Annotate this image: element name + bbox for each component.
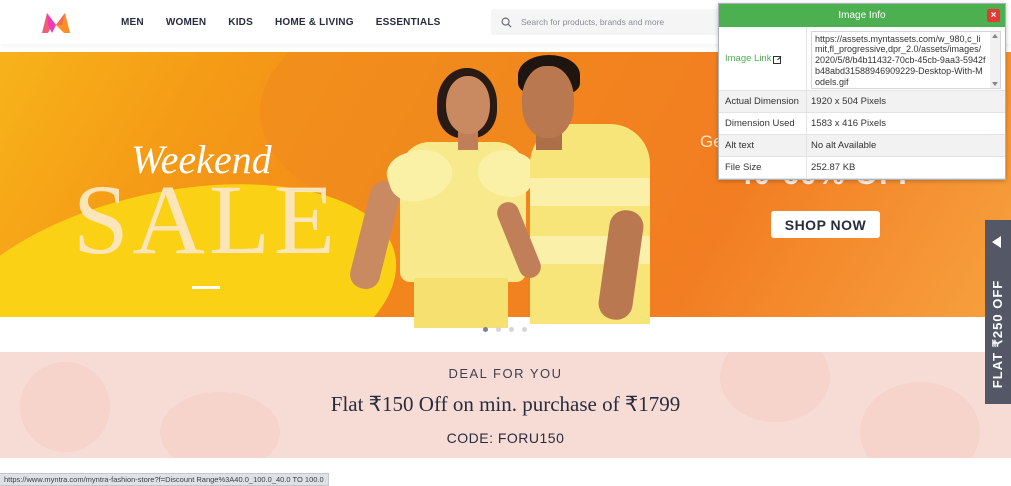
deal-code: CODE: FORU150 [446,430,565,446]
nav-essentials[interactable]: ESSENTIALS [376,17,441,28]
deal-kicker: DEAL FOR YOU [448,366,563,381]
image-link-value-cell: https://assets.myntassets.com/w_980,c_li… [807,27,1005,90]
status-bar-url: https://www.myntra.com/myntra-fashion-st… [0,473,329,486]
side-tab-label: FLAT ₹250 OFF [990,279,1005,389]
image-info-popup: Image Info × Image Link https://assets.m… [718,3,1006,180]
alt-text-label: Alt text [719,135,807,156]
main-nav: MEN WOMEN KIDS HOME & LIVING ESSENTIALS [110,0,452,44]
dimension-used-row: Dimension Used 1583 x 416 Pixels [719,113,1005,135]
image-link-text[interactable]: Image Link [725,53,771,64]
dimension-used-label: Dimension Used [719,113,807,134]
image-link-row: Image Link https://assets.myntassets.com… [719,27,1005,91]
model-shape [530,178,650,206]
deal-banner[interactable]: DEAL FOR YOU Flat ₹150 Off on min. purch… [0,352,1011,458]
alt-text-row: Alt text No alt Available [719,135,1005,157]
file-size-value: 252.87 KB [811,162,856,173]
arrow-left-icon [992,236,1001,248]
external-link-icon[interactable] [773,55,782,64]
scroll-down-icon[interactable] [992,81,998,86]
image-link-value: https://assets.myntassets.com/w_980,c_li… [815,33,986,87]
actual-dimension-label: Actual Dimension [719,91,807,112]
actual-dimension-row: Actual Dimension 1920 x 504 Pixels [719,91,1005,113]
myntra-logo-icon[interactable] [40,11,72,35]
model-shape [446,76,490,134]
popup-header: Image Info × [719,4,1005,27]
nav-home-living[interactable]: HOME & LIVING [275,17,354,28]
flat-offer-side-tab[interactable]: FLAT ₹250 OFF [985,220,1011,404]
file-size-label: File Size [719,157,807,178]
shop-now-button[interactable]: SHOP NOW [771,211,880,238]
close-icon[interactable]: × [987,9,1000,22]
banner-divider [192,286,220,289]
carousel-dot[interactable] [522,327,527,332]
search-input[interactable] [521,17,721,27]
model-shape [522,66,574,138]
file-size-row: File Size 252.87 KB [719,157,1005,179]
dimension-used-value: 1583 x 416 Pixels [811,118,886,129]
search-icon[interactable] [491,17,521,28]
image-link-label[interactable]: Image Link [719,27,807,90]
alt-text-value: No alt Available [811,140,877,151]
carousel-dot[interactable] [483,327,488,332]
image-link-textarea[interactable]: https://assets.myntassets.com/w_980,c_li… [811,30,1001,89]
banner-sale-text: SALE [73,164,339,275]
nav-women[interactable]: WOMEN [166,17,206,28]
scroll-up-icon[interactable] [992,33,998,38]
scrollbar[interactable] [990,31,1000,88]
model-shape [414,278,508,328]
carousel-dots [483,327,535,332]
search-bar[interactable] [491,9,731,35]
carousel-dot[interactable] [496,327,501,332]
deal-title: Flat ₹150 Off on min. purchase of ₹1799 [330,392,681,416]
nav-kids[interactable]: KIDS [228,17,253,28]
nav-men[interactable]: MEN [121,17,144,28]
actual-dimension-value: 1920 x 504 Pixels [811,96,886,107]
popup-title: Image Info [838,10,886,21]
carousel-dot[interactable] [509,327,514,332]
